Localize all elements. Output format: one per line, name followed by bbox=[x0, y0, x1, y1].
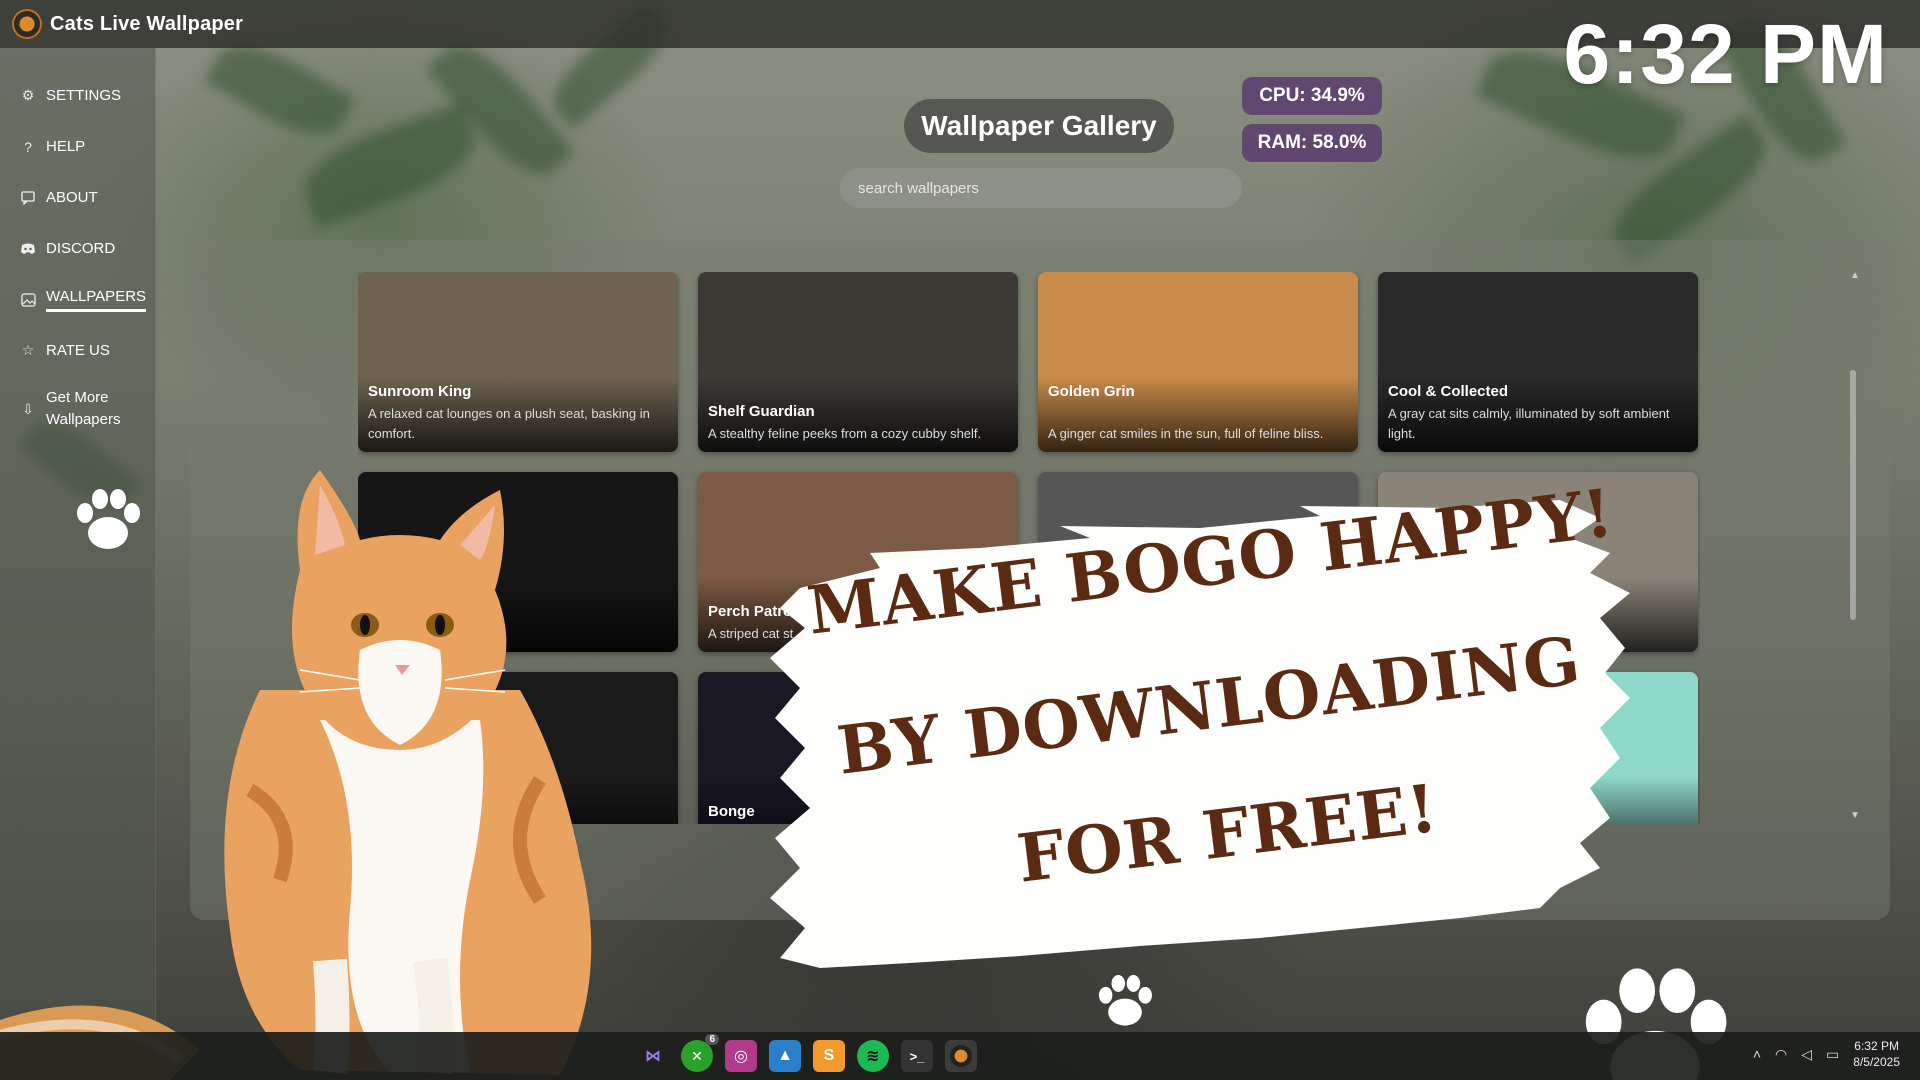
sidebar-item-label: DISCORD bbox=[46, 240, 116, 257]
sidebar-item-settings[interactable]: ⚙ SETTINGS bbox=[0, 70, 155, 121]
notification-badge: 6 bbox=[705, 1034, 719, 1045]
sidebar-item-label: SETTINGS bbox=[46, 87, 122, 104]
sidebar-item-label: WALLPAPERS bbox=[46, 288, 147, 312]
image-icon bbox=[20, 292, 36, 308]
wallpaper-card[interactable]: Sunroom King A relaxed cat lounges on a p… bbox=[358, 272, 678, 452]
app-logo-icon bbox=[12, 9, 42, 39]
card-description: A stealthy feline peeks from a cozy cubb… bbox=[708, 426, 982, 441]
gallery-icon[interactable]: ▲ bbox=[769, 1040, 801, 1072]
card-title: Sunroom King bbox=[368, 383, 472, 400]
sidebar-item-rate-us[interactable]: ☆ RATE US bbox=[0, 325, 155, 376]
gallery-title: Wallpaper Gallery bbox=[904, 99, 1174, 153]
sidebar-item-help[interactable]: ? HELP bbox=[0, 121, 155, 172]
sidebar-item-wallpapers[interactable]: WALLPAPERS bbox=[0, 274, 155, 325]
sidebar-item-label: Get More Wallpapers bbox=[46, 389, 121, 428]
visual-studio-icon[interactable]: ⋈ bbox=[637, 1040, 669, 1072]
card-description: A ginger cat smiles in the sun, full of … bbox=[1048, 426, 1324, 441]
wallpaper-card[interactable]: Cool & Collected A gray cat sits calmly, … bbox=[1378, 272, 1698, 452]
cats-wallpaper-icon[interactable] bbox=[945, 1040, 977, 1072]
card-title: Cool & Collected bbox=[1388, 383, 1509, 400]
chat-icon bbox=[20, 190, 36, 206]
wifi-icon[interactable]: ◠ bbox=[1775, 1046, 1787, 1063]
system-tray: ˄ ◠ ◁ ▭ 6:32 PM 8/5/2025 bbox=[1753, 1038, 1900, 1070]
tray-clock[interactable]: 6:32 PM 8/5/2025 bbox=[1853, 1038, 1900, 1070]
volume-icon[interactable]: ◁ bbox=[1801, 1046, 1812, 1063]
card-title: Shelf Guardian bbox=[708, 403, 815, 420]
wallpaper-card[interactable]: Golden Grin A ginger cat smiles in the su… bbox=[1038, 272, 1358, 452]
discord-icon bbox=[20, 241, 36, 257]
sidebar-item-label: RATE US bbox=[46, 342, 110, 359]
gear-icon: ⚙ bbox=[21, 87, 35, 103]
tray-time: 6:32 PM bbox=[1854, 1039, 1899, 1053]
photo-app-icon[interactable]: ◎ bbox=[725, 1040, 757, 1072]
card-title: Bonge bbox=[708, 803, 755, 820]
wallpaper-card[interactable]: Shelf Guardian A stealthy feline peeks fr… bbox=[698, 272, 1018, 452]
gallery-scrollbar[interactable]: ▲ ▼ bbox=[1850, 270, 1860, 830]
search-input[interactable] bbox=[840, 168, 1242, 208]
sidebar-item-label: ABOUT bbox=[46, 189, 98, 206]
sidebar-item-about[interactable]: ABOUT bbox=[0, 172, 155, 223]
battery-icon[interactable]: ▭ bbox=[1826, 1046, 1839, 1063]
sidebar-item-label: HELP bbox=[46, 138, 86, 155]
spotify-icon[interactable]: ≋ bbox=[857, 1040, 889, 1072]
star-icon: ☆ bbox=[21, 342, 35, 358]
chevron-up-icon[interactable]: ˄ bbox=[1753, 1046, 1761, 1062]
xbox-icon[interactable]: ✕ 6 bbox=[681, 1034, 719, 1072]
paw-icon bbox=[1090, 970, 1160, 1039]
scroll-down-icon[interactable]: ▼ bbox=[1850, 810, 1860, 821]
sidebar-item-discord[interactable]: DISCORD bbox=[0, 223, 155, 274]
cpu-usage-badge: CPU: 34.9% bbox=[1242, 77, 1382, 115]
app-title: Cats Live Wallpaper bbox=[50, 12, 244, 35]
taskbar: ⋈ ✕ 6 ◎ ▲ S ≋ >_ ˄ ◠ ◁ ▭ 6:32 PM 8/5/202… bbox=[0, 1032, 1920, 1080]
question-icon: ? bbox=[24, 138, 32, 155]
download-icon: ⇩ bbox=[22, 400, 34, 417]
card-description: A relaxed cat lounges on a plush seat, b… bbox=[368, 406, 650, 441]
ram-usage-badge: RAM: 58.0% bbox=[1242, 124, 1382, 162]
sidebar-item-get-more-wallpapers[interactable]: ⇩ Get More Wallpapers bbox=[0, 376, 155, 442]
card-description: A gray cat sits calmly, illuminated by s… bbox=[1388, 406, 1670, 441]
terminal-icon[interactable]: >_ bbox=[901, 1040, 933, 1072]
sublime-icon[interactable]: S bbox=[813, 1040, 845, 1072]
scroll-up-icon[interactable]: ▲ bbox=[1850, 270, 1860, 281]
clock-display: 6:32 PM bbox=[1563, 7, 1888, 101]
cat-photo bbox=[0, 470, 592, 1080]
card-title: Golden Grin bbox=[1048, 383, 1135, 400]
scroll-thumb[interactable] bbox=[1850, 370, 1856, 620]
tray-date: 8/5/2025 bbox=[1853, 1055, 1900, 1069]
